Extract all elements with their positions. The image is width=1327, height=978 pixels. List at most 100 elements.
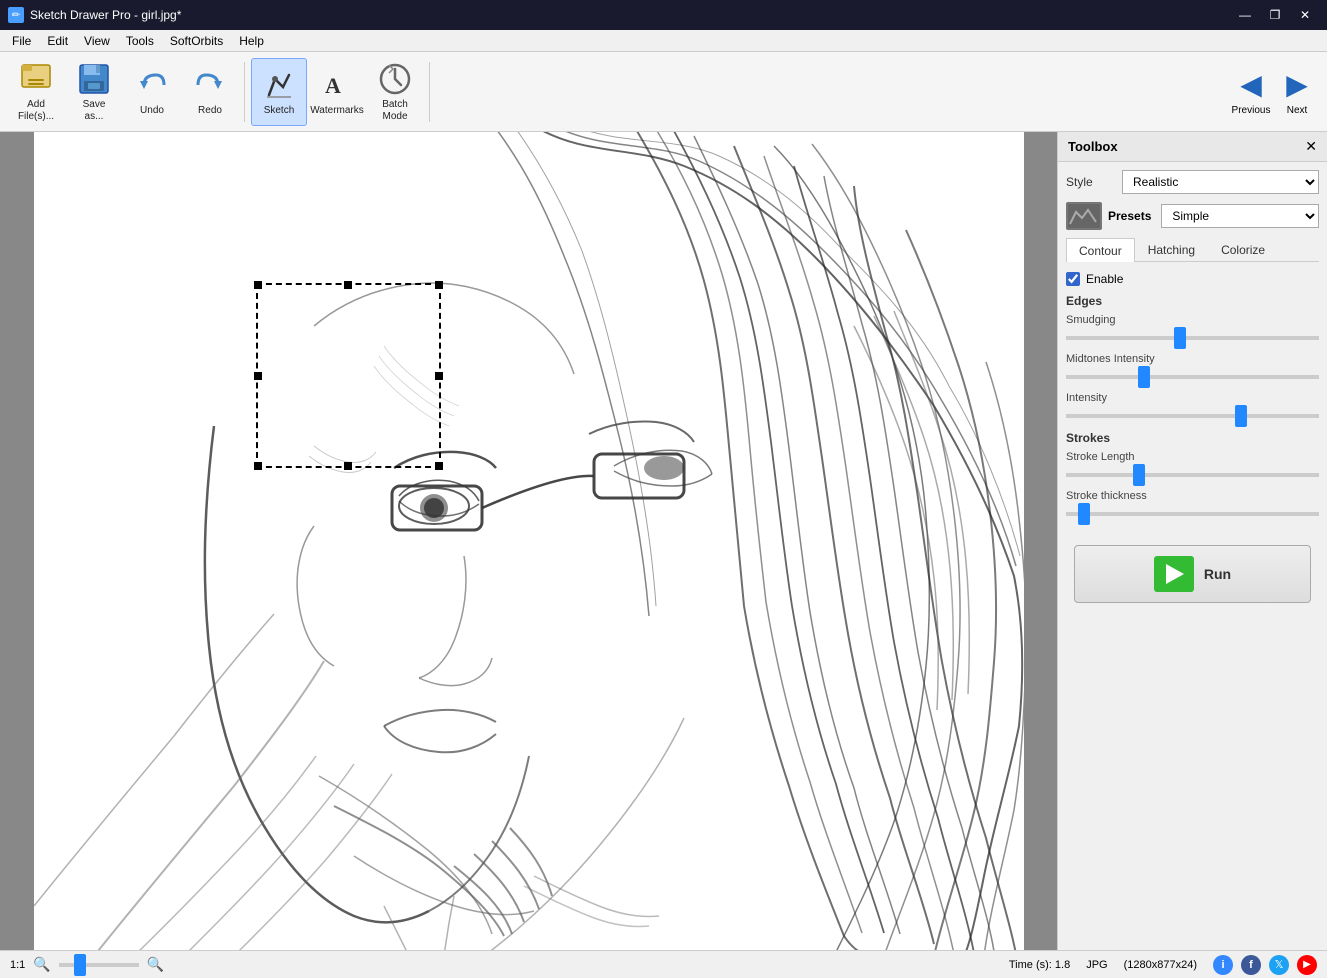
tab-hatching[interactable]: Hatching: [1135, 238, 1208, 261]
midtones-group: Midtones Intensity: [1066, 353, 1319, 382]
undo-label: Undo: [140, 105, 164, 117]
previous-button[interactable]: ◀ Previous: [1229, 62, 1273, 122]
edges-label: Edges: [1066, 294, 1319, 308]
midtones-label: Midtones Intensity: [1066, 353, 1319, 365]
tabs: Contour Hatching Colorize: [1066, 238, 1319, 262]
batch-mode-button[interactable]: BatchMode: [367, 58, 423, 126]
strokes-label: Strokes: [1066, 431, 1319, 445]
add-files-label: AddFile(s)...: [18, 99, 54, 123]
status-bar: 1:1 🔍 🔍 Time (s): 1.8 JPG (1280x877x24) …: [0, 950, 1327, 978]
main-layout: Toolbox ✕ Style Realistic Simple Artisti…: [0, 132, 1327, 950]
zoom-level: 1:1: [10, 959, 25, 971]
format-status: JPG: [1086, 959, 1107, 971]
undo-button[interactable]: Undo: [124, 58, 180, 126]
stroke-length-group: Stroke Length: [1066, 451, 1319, 480]
toolbox-content: Style Realistic Simple Artistic Detailed…: [1058, 162, 1327, 619]
app-icon: ✏: [8, 7, 24, 23]
zoom-icon-out: 🔍: [33, 956, 50, 973]
sketch-artwork: [34, 132, 1024, 950]
menu-view[interactable]: View: [76, 32, 118, 50]
toolbar-separator-1: [244, 62, 245, 122]
status-left: 1:1 🔍 🔍: [10, 956, 164, 973]
watermarks-label: Watermarks: [310, 105, 364, 117]
save-icon: [76, 61, 112, 97]
watermarks-icon: A: [319, 67, 355, 103]
presets-icon: [1066, 202, 1102, 230]
toolbox-header: Toolbox ✕: [1058, 132, 1327, 162]
sketch-button[interactable]: Sketch: [251, 58, 307, 126]
style-row: Style Realistic Simple Artistic Detailed: [1066, 170, 1319, 194]
next-button[interactable]: ▶ Next: [1275, 62, 1319, 122]
menu-help[interactable]: Help: [231, 32, 272, 50]
window-title: Sketch Drawer Pro - girl.jpg*: [30, 8, 181, 22]
canvas-area[interactable]: [0, 132, 1057, 950]
menu-file[interactable]: File: [4, 32, 39, 50]
presets-row: Presets Simple Detailed Artistic Cartoon: [1066, 202, 1319, 230]
youtube-icon[interactable]: ▶: [1297, 955, 1317, 975]
social-icons: i f 𝕏 ▶: [1213, 955, 1317, 975]
batch-mode-label: BatchMode: [382, 99, 408, 123]
intensity-slider[interactable]: [1066, 414, 1319, 418]
next-label: Next: [1287, 105, 1308, 116]
style-select[interactable]: Realistic Simple Artistic Detailed: [1122, 170, 1319, 194]
redo-label: Redo: [198, 105, 222, 117]
stroke-length-label: Stroke Length: [1066, 451, 1319, 463]
sketch-label: Sketch: [264, 105, 295, 117]
toolbox-close-button[interactable]: ✕: [1305, 138, 1317, 155]
twitter-icon[interactable]: 𝕏: [1269, 955, 1289, 975]
toolbox-title: Toolbox: [1068, 139, 1118, 154]
midtones-slider[interactable]: [1066, 375, 1319, 379]
dimensions-status: (1280x877x24): [1124, 959, 1197, 971]
run-icon: [1154, 556, 1194, 592]
previous-label: Previous: [1232, 105, 1271, 116]
stroke-thickness-label: Stroke thickness: [1066, 490, 1319, 502]
nav-buttons-container: ◀ Previous ▶ Next: [1229, 62, 1319, 122]
window-controls[interactable]: — ❐ ✕: [1231, 5, 1319, 25]
smudging-group: Smudging: [1066, 314, 1319, 343]
sketch-canvas[interactable]: [34, 132, 1024, 950]
svg-text:A: A: [325, 73, 341, 98]
smudging-label: Smudging: [1066, 314, 1319, 326]
undo-icon: [134, 67, 170, 103]
run-label: Run: [1204, 566, 1231, 582]
menu-edit[interactable]: Edit: [39, 32, 76, 50]
add-files-icon: [18, 61, 54, 97]
maximize-button[interactable]: ❐: [1261, 5, 1289, 25]
presets-label: Presets: [1108, 209, 1151, 223]
next-icon: ▶: [1286, 68, 1308, 101]
title-bar: ✏ Sketch Drawer Pro - girl.jpg* — ❐ ✕: [0, 0, 1327, 30]
menu-tools[interactable]: Tools: [118, 32, 162, 50]
zoom-slider[interactable]: [59, 963, 139, 967]
batch-mode-icon: [377, 61, 413, 97]
enable-label[interactable]: Enable: [1086, 272, 1123, 286]
redo-button[interactable]: Redo: [182, 58, 238, 126]
presets-select[interactable]: Simple Detailed Artistic Cartoon: [1161, 204, 1319, 228]
intensity-group: Intensity: [1066, 392, 1319, 421]
enable-row: Enable: [1066, 272, 1319, 286]
close-button[interactable]: ✕: [1291, 5, 1319, 25]
tab-colorize[interactable]: Colorize: [1208, 238, 1278, 261]
info-icon[interactable]: i: [1213, 955, 1233, 975]
stroke-length-slider[interactable]: [1066, 473, 1319, 477]
stroke-thickness-group: Stroke thickness: [1066, 490, 1319, 519]
menu-softorbits[interactable]: SoftOrbits: [162, 32, 231, 50]
facebook-icon[interactable]: f: [1241, 955, 1261, 975]
menu-bar: File Edit View Tools SoftOrbits Help: [0, 30, 1327, 52]
time-status: Time (s): 1.8: [1009, 959, 1070, 971]
save-as-button[interactable]: Saveas...: [66, 58, 122, 126]
add-files-button[interactable]: AddFile(s)...: [8, 58, 64, 126]
enable-checkbox[interactable]: [1066, 272, 1080, 286]
previous-icon: ◀: [1240, 68, 1262, 101]
toolbox-panel: Toolbox ✕ Style Realistic Simple Artisti…: [1057, 132, 1327, 950]
intensity-label: Intensity: [1066, 392, 1319, 404]
toolbar-separator-2: [429, 62, 430, 122]
minimize-button[interactable]: —: [1231, 5, 1259, 25]
run-button[interactable]: Run: [1074, 545, 1311, 603]
watermarks-button[interactable]: A Watermarks: [309, 58, 365, 126]
toolbar: AddFile(s)... Saveas... Undo: [0, 52, 1327, 132]
style-label: Style: [1066, 175, 1116, 189]
stroke-thickness-slider[interactable]: [1066, 512, 1319, 516]
smudging-slider[interactable]: [1066, 336, 1319, 340]
tab-contour[interactable]: Contour: [1066, 238, 1135, 262]
save-as-label: Saveas...: [83, 99, 106, 123]
